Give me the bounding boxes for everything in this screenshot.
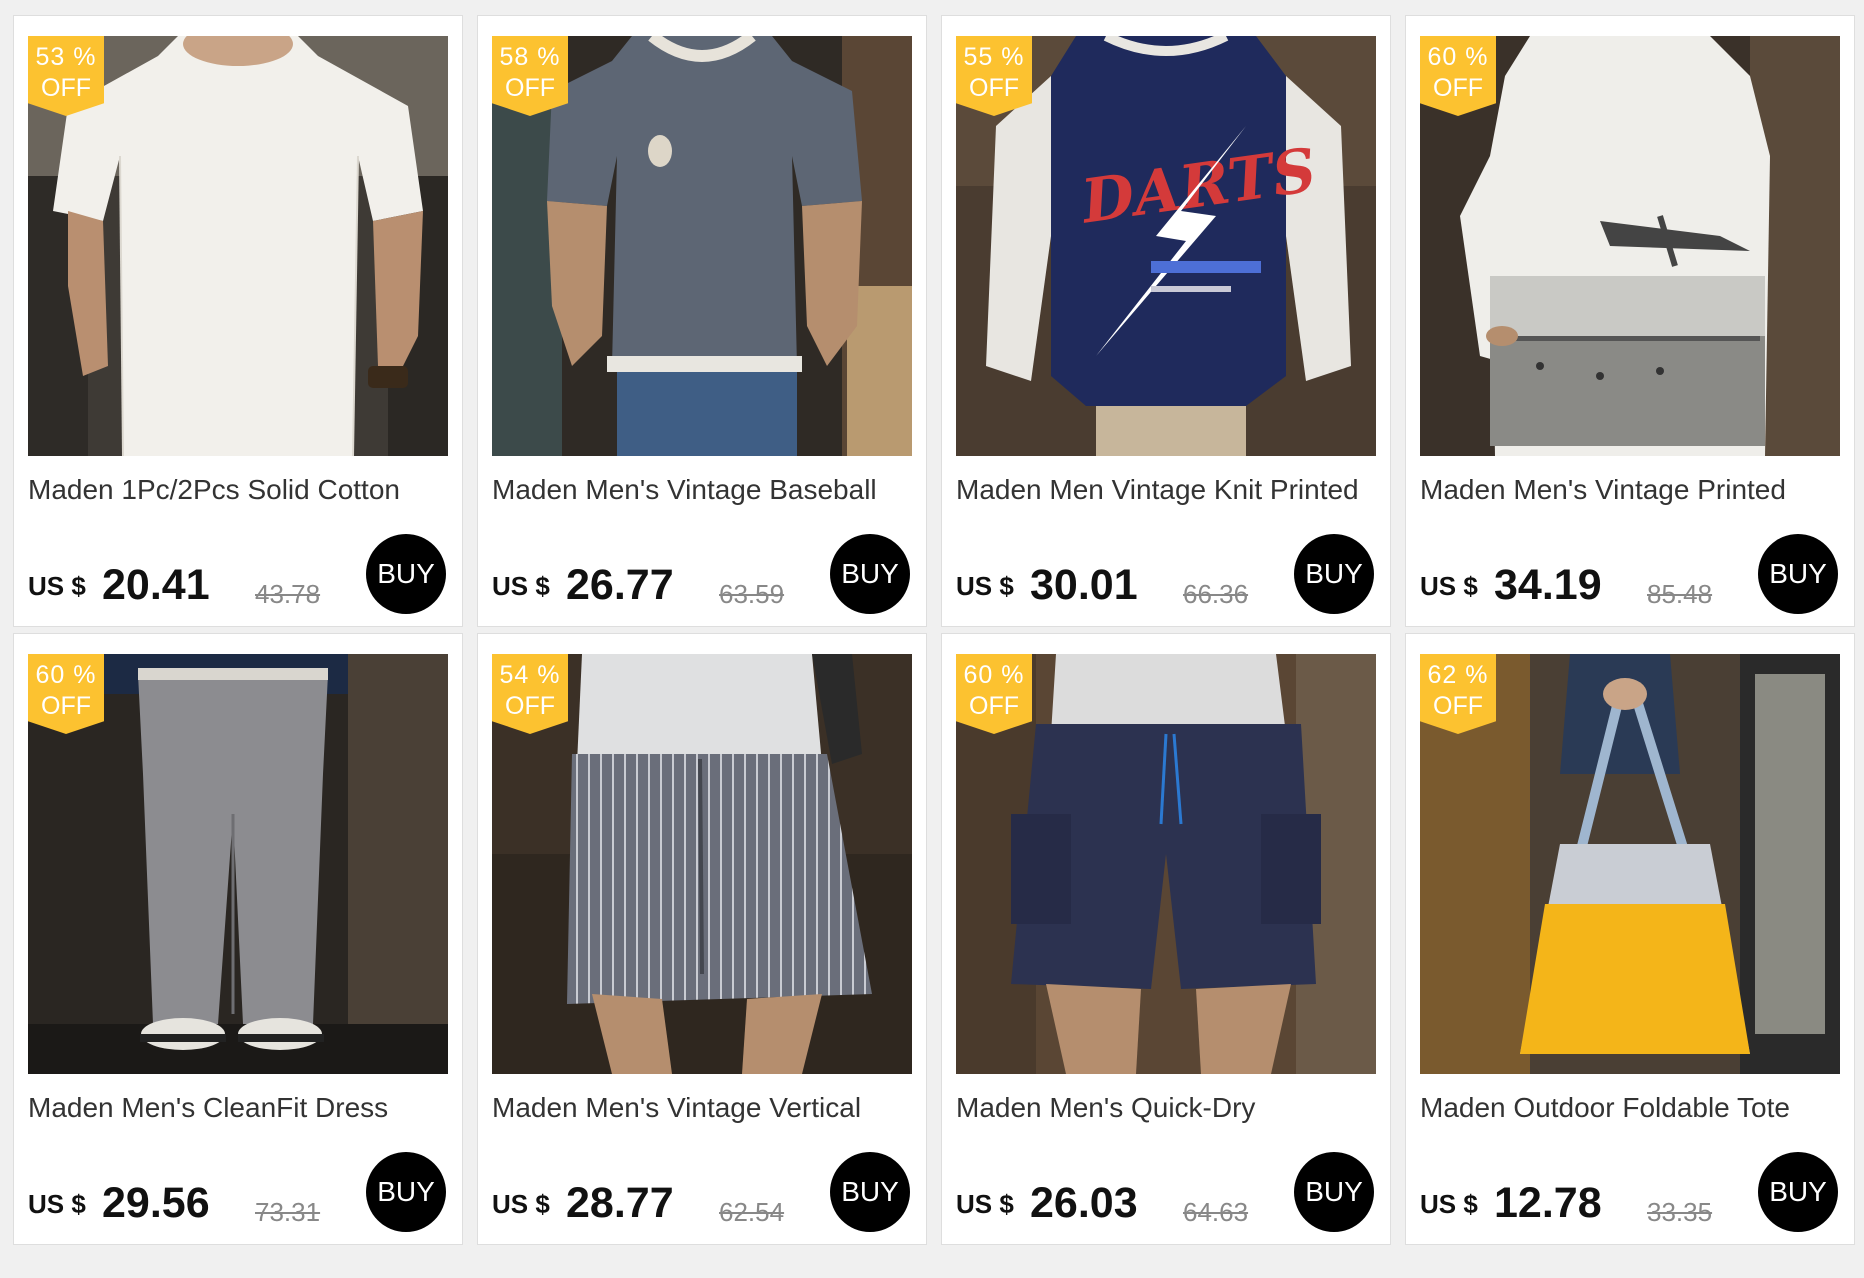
buy-button[interactable]: BUY [830, 1152, 910, 1232]
product-image[interactable]: 60 % OFF [28, 654, 448, 1074]
discount-off-label: OFF [505, 74, 555, 102]
original-price: 63.59 [719, 579, 785, 609]
sale-price: 12.78 [1494, 1179, 1602, 1227]
product-title[interactable]: Maden 1Pc/2Pcs Solid Cotton [28, 474, 458, 506]
product-card[interactable]: 60 % OFF Maden Men's CleanFit Dress US $… [13, 633, 463, 1245]
discount-percent: 58 % [499, 43, 561, 71]
product-grid: 53 % OFF Maden 1Pc/2Pcs Solid Cotton US … [13, 15, 1855, 1245]
original-price: 64.63 [1183, 1197, 1249, 1227]
original-price: 62.54 [719, 1197, 785, 1227]
discount-off-label: OFF [41, 692, 91, 720]
sale-price: 20.41 [102, 561, 210, 609]
sale-price: 26.77 [566, 561, 674, 609]
product-card[interactable]: 58 % OFF Maden Men's Vintage Baseball US… [477, 15, 927, 627]
sale-price: 28.77 [566, 1179, 674, 1227]
original-price: 33.35 [1647, 1197, 1713, 1227]
discount-badge: 62 % OFF [1420, 654, 1496, 734]
discount-badge: 55 % OFF [956, 36, 1032, 116]
product-title[interactable]: Maden Men's CleanFit Dress [28, 1092, 458, 1124]
product-image[interactable]: 62 % OFF [1420, 654, 1840, 1074]
buy-button[interactable]: BUY [1758, 1152, 1838, 1232]
discount-badge: 60 % OFF [956, 654, 1032, 734]
original-price: 43.78 [255, 579, 321, 609]
sale-price: 34.19 [1494, 561, 1602, 609]
discount-badge: 53 % OFF [28, 36, 104, 116]
product-card[interactable]: 53 % OFF Maden 1Pc/2Pcs Solid Cotton US … [13, 15, 463, 627]
discount-percent: 62 % [1427, 661, 1489, 689]
discount-badge: 58 % OFF [492, 36, 568, 116]
discount-off-label: OFF [969, 692, 1019, 720]
discount-badge: 60 % OFF [28, 654, 104, 734]
product-title[interactable]: Maden Men Vintage Knit Printed [956, 474, 1386, 506]
discount-percent: 60 % [35, 661, 97, 689]
discount-percent: 60 % [1427, 43, 1489, 71]
discount-off-label: OFF [505, 692, 555, 720]
buy-button[interactable]: BUY [366, 1152, 446, 1232]
buy-button[interactable]: BUY [366, 534, 446, 614]
product-image[interactable]: 58 % OFF [492, 36, 912, 456]
currency-label: US $ [28, 571, 86, 601]
product-image[interactable]: DARTS 55 % OFF [956, 36, 1376, 456]
discount-off-label: OFF [969, 74, 1019, 102]
product-card[interactable]: 54 % OFF Maden Men's Vintage Vertical US… [477, 633, 927, 1245]
product-image[interactable]: 60 % OFF [1420, 36, 1840, 456]
buy-button[interactable]: BUY [1294, 534, 1374, 614]
product-image[interactable]: 60 % OFF [956, 654, 1376, 1074]
currency-label: US $ [492, 571, 550, 601]
product-image[interactable]: 53 % OFF [28, 36, 448, 456]
buy-button[interactable]: BUY [1758, 534, 1838, 614]
product-title[interactable]: Maden Men's Vintage Baseball [492, 474, 922, 506]
buy-button[interactable]: BUY [1294, 1152, 1374, 1232]
product-title[interactable]: Maden Men's Vintage Printed [1420, 474, 1850, 506]
original-price: 85.48 [1647, 579, 1713, 609]
product-card[interactable]: DARTS 55 % OFF Maden Men Vintage Knit Pr… [941, 15, 1391, 627]
discount-badge: 60 % OFF [1420, 36, 1496, 116]
discount-off-label: OFF [1433, 74, 1483, 102]
product-card[interactable]: 60 % OFF Maden Men's Vintage Printed US … [1405, 15, 1855, 627]
currency-label: US $ [28, 1189, 86, 1219]
product-card[interactable]: 62 % OFF Maden Outdoor Foldable Tote US … [1405, 633, 1855, 1245]
currency-label: US $ [1420, 571, 1478, 601]
discount-off-label: OFF [1433, 692, 1483, 720]
original-price: 73.31 [255, 1197, 321, 1227]
original-price: 66.36 [1183, 579, 1249, 609]
discount-badge: 54 % OFF [492, 654, 568, 734]
sale-price: 29.56 [102, 1179, 210, 1227]
discount-percent: 54 % [499, 661, 561, 689]
product-image[interactable]: 54 % OFF [492, 654, 912, 1074]
sale-price: 30.01 [1030, 561, 1138, 609]
discount-percent: 60 % [963, 661, 1025, 689]
product-title[interactable]: Maden Men's Quick-Dry [956, 1092, 1386, 1124]
currency-label: US $ [1420, 1189, 1478, 1219]
currency-label: US $ [956, 1189, 1014, 1219]
product-title[interactable]: Maden Outdoor Foldable Tote [1420, 1092, 1850, 1124]
currency-label: US $ [492, 1189, 550, 1219]
discount-percent: 53 % [35, 43, 97, 71]
discount-percent: 55 % [963, 43, 1025, 71]
product-title[interactable]: Maden Men's Vintage Vertical [492, 1092, 922, 1124]
sale-price: 26.03 [1030, 1179, 1138, 1227]
discount-off-label: OFF [41, 74, 91, 102]
buy-button[interactable]: BUY [830, 534, 910, 614]
product-card[interactable]: 60 % OFF Maden Men's Quick-Dry US $ 26.0… [941, 633, 1391, 1245]
currency-label: US $ [956, 571, 1014, 601]
